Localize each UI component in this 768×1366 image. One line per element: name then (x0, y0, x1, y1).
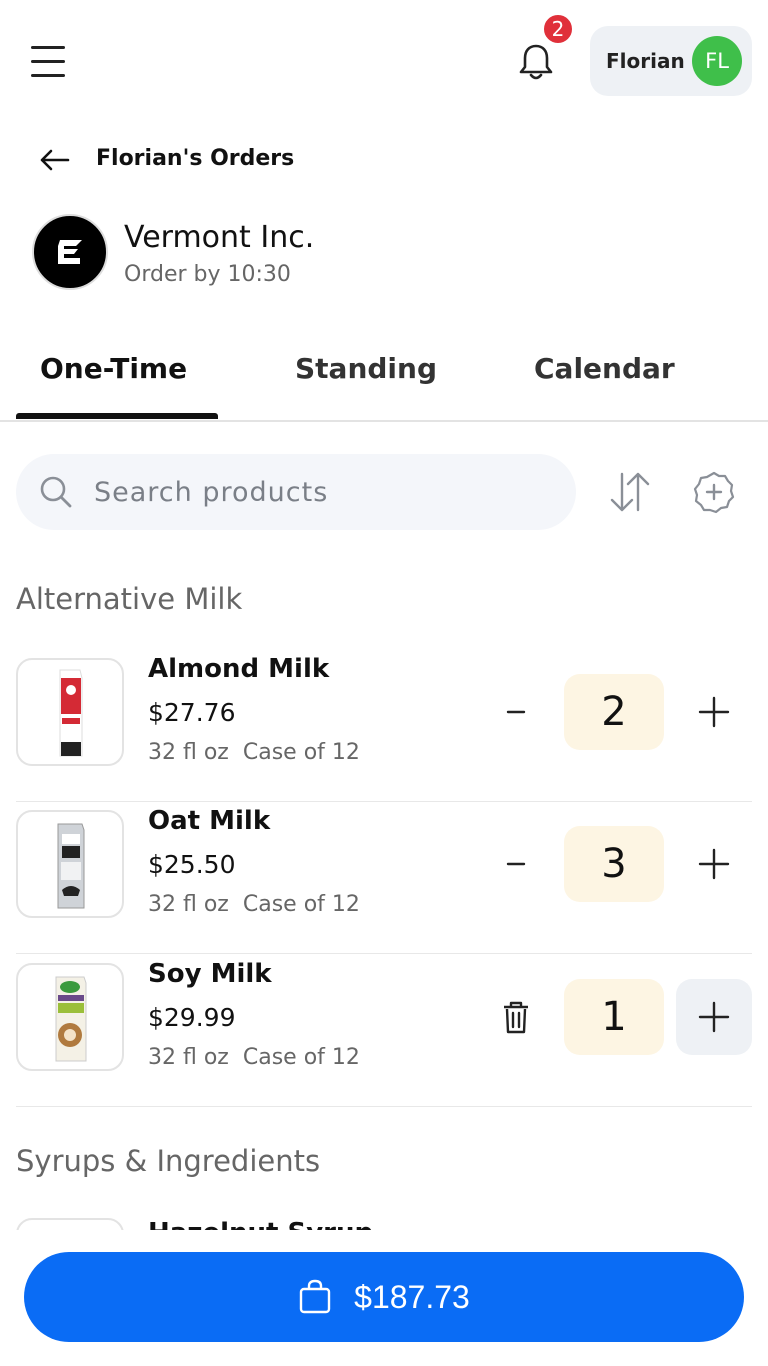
order-type-tabs: One-Time Standing Calendar (0, 340, 768, 422)
add-product-icon[interactable] (690, 468, 738, 516)
product-size: 32 fl oz (148, 1045, 229, 1070)
soy-milk-image (16, 963, 124, 1071)
user-profile-button[interactable]: Florian FL (590, 26, 752, 96)
quantity-value[interactable]: 1 (564, 979, 664, 1055)
search-bar[interactable] (16, 454, 576, 530)
tab-one-time[interactable]: One-Time (40, 352, 187, 385)
product-price: $25.50 (148, 850, 236, 879)
bell-icon[interactable] (516, 42, 556, 82)
product-pack: Case of 12 (242, 892, 360, 917)
product-name: Hazelnut Syrup (148, 1218, 373, 1230)
plus-icon[interactable] (676, 826, 752, 902)
product-image (16, 1218, 124, 1230)
product-pack: Case of 12 (242, 1045, 360, 1070)
back-arrow-icon[interactable] (36, 140, 76, 180)
plus-icon[interactable] (676, 979, 752, 1055)
product-price: $27.76 (148, 698, 236, 727)
product-price: $29.99 (148, 1003, 236, 1032)
vendor-name: Vermont Inc. (124, 220, 315, 255)
user-name: Florian (606, 49, 685, 73)
avatar: FL (692, 36, 742, 86)
product-meta: 32 fl oz Case of 12 (148, 740, 360, 765)
section-title-alternative-milk: Alternative Milk (16, 582, 243, 616)
almond-milk-image (16, 658, 124, 766)
vendor-logo (32, 214, 108, 290)
section-title-syrups-ingredients: Syrups & Ingredients (16, 1144, 321, 1178)
page-title: Florian's Orders (96, 146, 295, 171)
cart-total: $187.73 (354, 1278, 470, 1315)
search-input[interactable] (94, 472, 554, 512)
plus-icon[interactable] (676, 674, 752, 750)
tab-standing[interactable]: Standing (295, 352, 437, 385)
product-meta: 32 fl oz Case of 12 (148, 892, 360, 917)
cart-bar: $187.73 (0, 1230, 768, 1366)
search-icon (38, 474, 74, 510)
top-bar: 2 Florian FL (0, 0, 768, 120)
shopping-bag-icon (299, 1279, 331, 1314)
active-tab-indicator (16, 413, 218, 419)
oat-milk-image (16, 810, 124, 918)
quantity-value[interactable]: 3 (564, 826, 664, 902)
checkout-button[interactable]: $187.73 (24, 1252, 744, 1342)
trash-icon[interactable] (496, 997, 536, 1037)
product-size: 32 fl oz (148, 892, 229, 917)
product-row: Oat Milk $25.50 32 fl oz Case of 12 3 (16, 802, 752, 954)
sort-icon[interactable] (606, 470, 654, 514)
hamburger-menu-icon[interactable] (28, 44, 68, 78)
product-name: Soy Milk (148, 959, 272, 989)
product-meta: 32 fl oz Case of 12 (148, 1045, 360, 1070)
product-row-partial: Hazelnut Syrup (16, 1218, 752, 1230)
minus-icon[interactable] (496, 844, 536, 884)
tab-calendar[interactable]: Calendar (534, 352, 675, 385)
notification-badge: 2 (541, 12, 575, 46)
product-row: Almond Milk $27.76 32 fl oz Case of 12 2 (16, 650, 752, 802)
minus-icon[interactable] (496, 692, 536, 732)
product-name: Oat Milk (148, 806, 271, 836)
product-pack: Case of 12 (242, 740, 360, 765)
product-name: Almond Milk (148, 654, 330, 684)
order-deadline: Order by 10:30 (124, 262, 291, 287)
quantity-value[interactable]: 2 (564, 674, 664, 750)
product-row: Soy Milk $29.99 32 fl oz Case of 12 1 (16, 955, 752, 1107)
product-size: 32 fl oz (148, 740, 229, 765)
